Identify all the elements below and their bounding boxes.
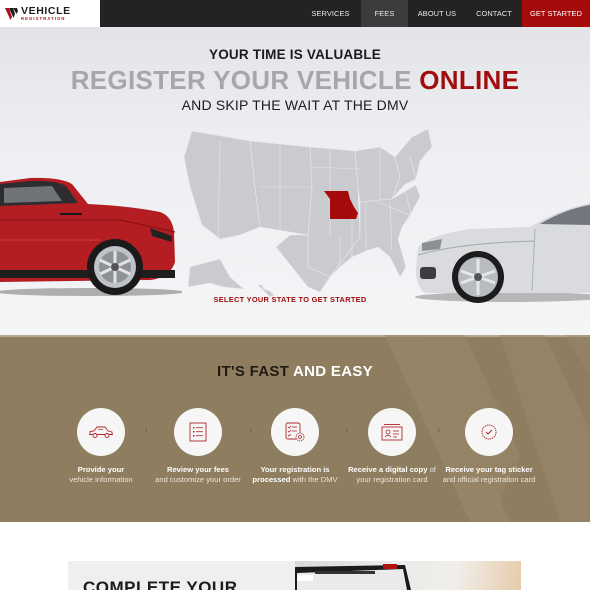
step-text: Your registration is processed with the … xyxy=(245,465,345,485)
step-circle xyxy=(77,408,125,456)
hero-headline-gray: REGISTER YOUR VEHICLE xyxy=(70,65,412,95)
complete-section: COMPLETE YOUR xyxy=(0,522,590,590)
top-nav: VEHICLE REGISTRATION SERVICES FEES ABOUT… xyxy=(0,0,590,27)
us-state-map[interactable] xyxy=(180,127,435,302)
nav-about-us[interactable]: ABOUT US xyxy=(408,0,466,27)
complete-text-panel: COMPLETE YOUR xyxy=(68,561,295,590)
hero-section: YOUR TIME IS VALUABLE REGISTER YOUR VEHI… xyxy=(0,27,590,335)
step-text-rest: vehicle information xyxy=(69,475,133,484)
step-text: Review your fees and customize your orde… xyxy=(155,465,241,485)
logo-title: VEHICLE xyxy=(21,4,71,17)
step-text-bold: Review your fees xyxy=(166,465,230,474)
complete-title: COMPLETE YOUR xyxy=(83,578,238,590)
map-state-midwest xyxy=(354,146,401,203)
steps-title-light: AND EASY xyxy=(293,363,373,380)
list-icon xyxy=(189,422,207,442)
hero-kicker: YOUR TIME IS VALUABLE xyxy=(209,47,381,62)
silver-sedan-image xyxy=(415,203,590,303)
step-text-rest: and official registration card xyxy=(442,475,536,484)
step-text-rest: with the DMV xyxy=(292,475,338,484)
step-circle xyxy=(174,408,222,456)
logo[interactable]: VEHICLE REGISTRATION xyxy=(0,0,100,27)
step-text: Receive a digital copy of your registrat… xyxy=(342,465,442,485)
step-provide-vehicle-info: Provide your vehicle information xyxy=(51,408,151,485)
map-state-alaska xyxy=(187,258,245,290)
step-text: Provide your vehicle information xyxy=(69,465,132,485)
checklist-gear-icon xyxy=(285,422,305,442)
map-state-mountain xyxy=(249,140,313,236)
step-tag-sticker: Receive your tag sticker and official re… xyxy=(439,408,539,485)
red-suv-image xyxy=(0,177,182,296)
id-card-icon xyxy=(381,424,403,441)
get-started-button[interactable]: GET STARTED xyxy=(522,0,590,27)
step-text: Receive your tag sticker and official re… xyxy=(439,465,539,485)
hero-headline-red: ONLINE xyxy=(419,65,520,95)
laptop-photo xyxy=(295,561,521,590)
nav-contact[interactable]: CONTACT xyxy=(466,0,522,27)
logo-mark-icon xyxy=(5,7,18,20)
logo-subtitle: REGISTRATION xyxy=(21,16,66,22)
step-digital-copy: Receive a digital copy of your registrat… xyxy=(342,408,442,485)
step-circle xyxy=(271,408,319,456)
step-text-rest: and customize your order xyxy=(155,475,241,484)
steps-section: IT'S FAST AND EASY Provide your vehicle … xyxy=(0,335,590,522)
hero-headline: REGISTER YOUR VEHICLE ONLINE xyxy=(0,65,590,96)
nav-fees[interactable]: FEES xyxy=(361,0,408,27)
badge-check-icon xyxy=(481,424,497,440)
step-review-fees: Review your fees and customize your orde… xyxy=(148,408,248,485)
step-text-bold: Receive a digital copy xyxy=(348,465,428,474)
step-registration-processed: Your registration is processed with the … xyxy=(245,408,345,485)
select-state-prompt[interactable]: SELECT YOUR STATE TO GET STARTED xyxy=(0,295,590,304)
step-text-bold: Provide your xyxy=(77,465,125,474)
step-circle xyxy=(465,408,513,456)
nav-services[interactable]: SERVICES xyxy=(300,0,361,27)
step-text-bold: Receive your tag sticker xyxy=(445,465,533,474)
steps-title-dark: IT'S FAST xyxy=(217,363,290,380)
map-state-west xyxy=(183,130,261,240)
steps-title: IT'S FAST AND EASY xyxy=(0,363,590,380)
step-circle xyxy=(368,408,416,456)
car-icon xyxy=(89,426,113,438)
laptop-screen-image xyxy=(295,564,411,590)
hero-subheadline: AND SKIP THE WAIT AT THE DMV xyxy=(181,97,409,113)
